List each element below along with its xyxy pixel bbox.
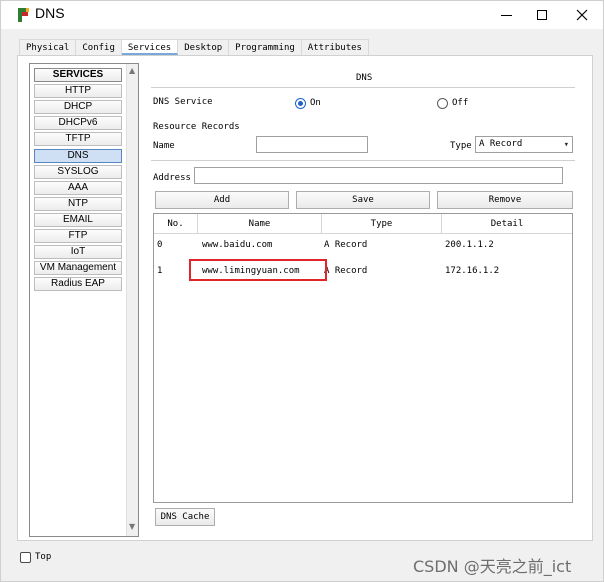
- service-item-ftp[interactable]: FTP: [34, 229, 122, 243]
- tab-programming[interactable]: Programming: [229, 39, 302, 55]
- title-bar[interactable]: DNS: [1, 1, 603, 29]
- service-item-dns[interactable]: DNS: [34, 149, 122, 163]
- column-header-no[interactable]: No.: [154, 214, 198, 234]
- cell-detail: 172.16.1.2: [445, 266, 500, 276]
- type-select[interactable]: A Record ▾: [475, 136, 573, 153]
- highlight-annotation-box: [189, 259, 327, 281]
- dns-section-title: DNS: [356, 73, 373, 83]
- packet-tracer-icon: [18, 8, 29, 22]
- service-item-iot[interactable]: IoT: [34, 245, 122, 259]
- cell-no: 0: [157, 240, 163, 250]
- records-table[interactable]: No. Name Type Detail 0 www.baidu.com A R…: [153, 213, 573, 503]
- column-header-detail[interactable]: Detail: [442, 214, 572, 234]
- minimize-icon: [500, 14, 512, 16]
- service-item-tftp[interactable]: TFTP: [34, 132, 122, 146]
- scroll-up-icon[interactable]: ▲: [129, 66, 135, 75]
- service-item-ntp[interactable]: NTP: [34, 197, 122, 211]
- type-label: Type: [450, 141, 472, 151]
- dns-window: DNS Physical Config Services Desktop Pro…: [0, 0, 604, 582]
- dns-on-radio[interactable]: [295, 98, 306, 109]
- dns-off-label: Off: [452, 98, 469, 108]
- cell-detail: 200.1.1.2: [445, 240, 494, 250]
- dns-off-radio[interactable]: [437, 98, 448, 109]
- cell-no: 1: [157, 266, 163, 276]
- service-item-aaa[interactable]: AAA: [34, 181, 122, 195]
- address-label: Address: [153, 173, 191, 183]
- cell-type: A Record: [324, 240, 368, 250]
- cell-name: www.baidu.com: [202, 240, 273, 250]
- cell-type: A Record: [324, 266, 368, 276]
- dns-service-label: DNS Service: [153, 97, 213, 107]
- services-scrollbar[interactable]: ▲ ▼: [126, 64, 138, 536]
- divider: [151, 87, 575, 88]
- service-item-dhcp[interactable]: DHCP: [34, 100, 122, 114]
- services-header: SERVICES: [34, 68, 122, 82]
- maximize-button[interactable]: [521, 1, 563, 29]
- service-item-dhcpv6[interactable]: DHCPv6: [34, 116, 122, 130]
- close-button[interactable]: [561, 1, 603, 29]
- column-header-name[interactable]: Name: [198, 214, 322, 234]
- tab-bar: Physical Config Services Desktop Program…: [19, 39, 369, 55]
- services-list-items: SERVICES HTTP DHCP DHCPv6 TFTP DNS SYSLO…: [32, 66, 126, 534]
- tab-attributes[interactable]: Attributes: [301, 39, 369, 55]
- window-title: DNS: [35, 5, 65, 21]
- maximize-icon: [537, 10, 547, 20]
- dns-cache-button[interactable]: DNS Cache: [155, 508, 215, 526]
- close-icon: [576, 9, 588, 21]
- top-checkbox[interactable]: [20, 552, 31, 563]
- name-input[interactable]: [256, 136, 368, 153]
- address-input[interactable]: [194, 167, 563, 184]
- chevron-down-icon: ▾: [563, 140, 569, 150]
- watermark-text: CSDN @天亮之前_ict: [413, 557, 572, 576]
- service-item-http[interactable]: HTTP: [34, 84, 122, 98]
- save-button[interactable]: Save: [296, 191, 430, 209]
- column-header-type[interactable]: Type: [322, 214, 442, 234]
- type-select-value: A Record: [479, 139, 523, 149]
- tab-physical[interactable]: Physical: [19, 39, 77, 55]
- tab-config[interactable]: Config: [76, 39, 122, 55]
- resource-records-label: Resource Records: [153, 122, 240, 132]
- tab-desktop[interactable]: Desktop: [178, 39, 230, 55]
- add-button[interactable]: Add: [155, 191, 289, 209]
- name-label: Name: [153, 141, 175, 151]
- divider: [151, 160, 575, 161]
- tab-services[interactable]: Services: [121, 39, 179, 55]
- scroll-down-icon[interactable]: ▼: [129, 522, 135, 531]
- top-label: Top: [35, 552, 52, 562]
- service-item-radius-eap[interactable]: Radius EAP: [34, 277, 122, 291]
- services-list: SERVICES HTTP DHCP DHCPv6 TFTP DNS SYSLO…: [29, 63, 139, 537]
- service-item-syslog[interactable]: SYSLOG: [34, 165, 122, 179]
- service-item-email[interactable]: EMAIL: [34, 213, 122, 227]
- dns-on-label: On: [310, 98, 321, 108]
- service-item-vm-management[interactable]: VM Management: [34, 261, 122, 275]
- remove-button[interactable]: Remove: [437, 191, 573, 209]
